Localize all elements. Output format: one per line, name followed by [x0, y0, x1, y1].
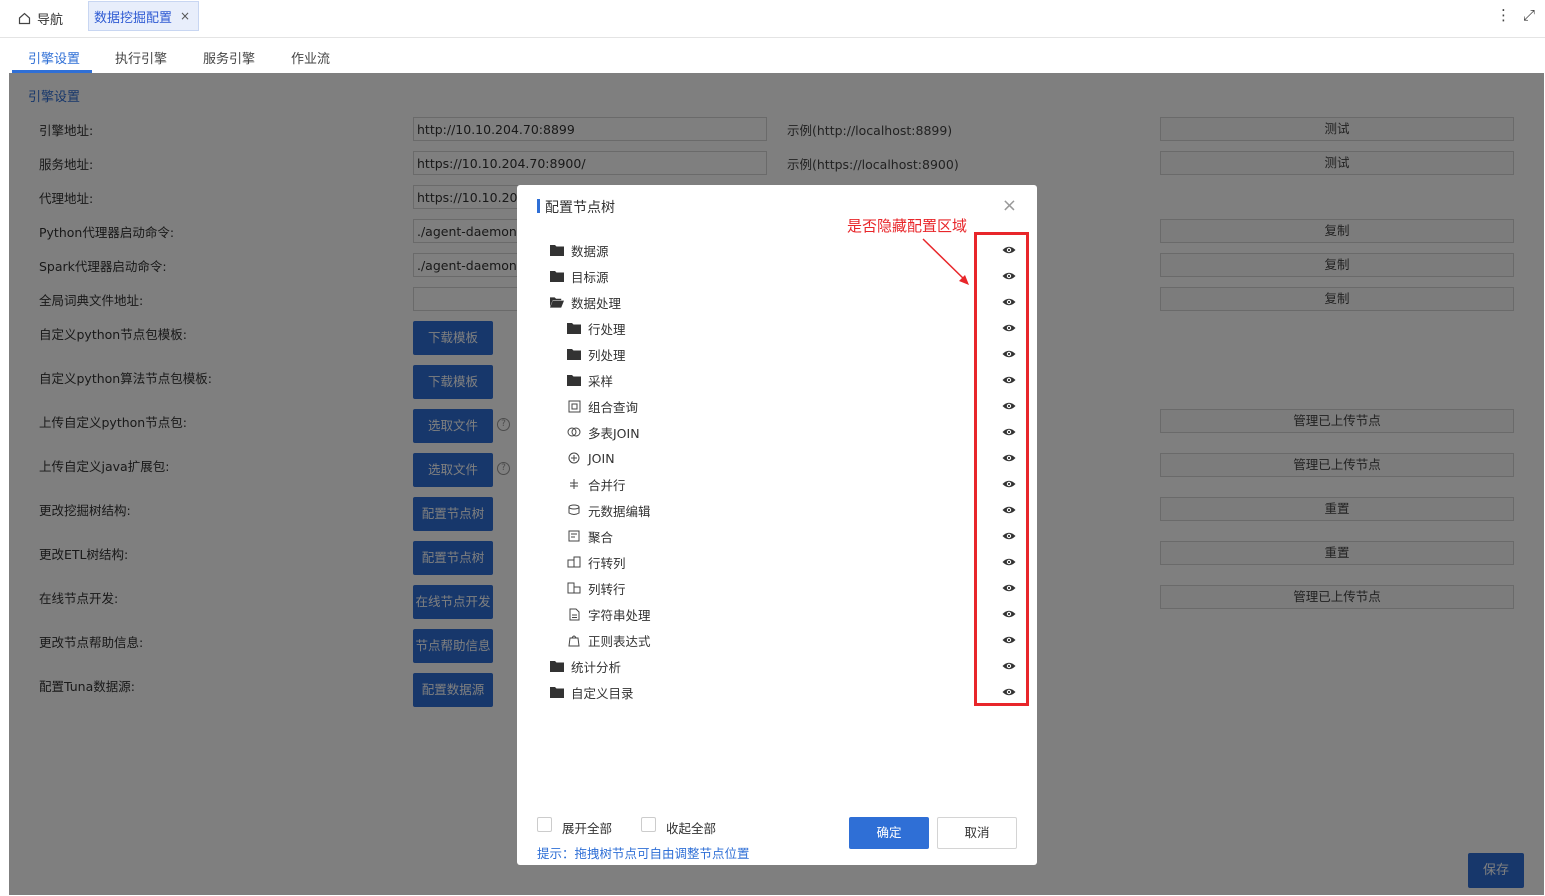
- aggregate-icon: [567, 529, 581, 543]
- tree-node-label: JOIN: [588, 450, 615, 466]
- top-tab-bar: 导航 数据挖掘配置 × ⋮ ⤢: [0, 0, 1545, 38]
- tree-node-label: 行转列: [588, 555, 626, 571]
- close-icon[interactable]: ×: [1002, 195, 1017, 216]
- config-node-tree-dialog: 配置节点树 × 数据源目标源数据处理行处理列处理采样组合查询多表JOIN JOIN…: [517, 185, 1037, 865]
- tab-service-engine[interactable]: 服务引擎: [203, 48, 255, 67]
- tree-node-label: 采样: [588, 373, 614, 389]
- folder-icon: [550, 269, 564, 283]
- folder-icon: [567, 321, 581, 335]
- tree-node[interactable]: JOIN: [567, 448, 615, 468]
- tree-node[interactable]: 字符串处理: [567, 604, 651, 624]
- tree-node-label: 目标源: [571, 269, 609, 285]
- tree-node-label: 统计分析: [571, 659, 622, 675]
- tree-node[interactable]: 列转行: [567, 578, 626, 598]
- tree-node-label: 列处理: [588, 347, 626, 363]
- collapse-all-label[interactable]: 收起全部: [666, 818, 716, 837]
- tree-node[interactable]: 正则表达式: [567, 630, 651, 650]
- tree-node[interactable]: 数据源: [550, 240, 609, 260]
- folder-icon: [550, 243, 564, 257]
- multi-join-icon: [567, 425, 581, 439]
- more-icon[interactable]: ⋮: [1496, 6, 1511, 24]
- join-icon: [567, 451, 581, 465]
- merge-rows-icon: [567, 477, 581, 491]
- cancel-button[interactable]: 取消: [937, 817, 1017, 849]
- folder-icon: [550, 685, 564, 699]
- tree-node[interactable]: 行处理: [567, 318, 626, 338]
- drag-tip: 提示：拖拽树节点可自由调整节点位置: [537, 846, 750, 861]
- tree-node[interactable]: 统计分析: [550, 656, 621, 676]
- folder-open-icon: [550, 295, 564, 309]
- folder-icon: [567, 347, 581, 361]
- tree-node-label: 字符串处理: [588, 607, 651, 623]
- tree-node[interactable]: 多表JOIN: [567, 422, 640, 442]
- column-to-row-icon: [567, 581, 581, 595]
- tree-node[interactable]: 列处理: [567, 344, 626, 364]
- row-to-column-icon: [567, 555, 581, 569]
- tree-node-label: 数据源: [571, 243, 609, 259]
- tab-close-icon[interactable]: ×: [180, 9, 190, 23]
- tree-node-label: 合并行: [588, 477, 626, 493]
- tree-node-label: 行处理: [588, 321, 626, 337]
- tree-node-label: 正则表达式: [588, 633, 651, 649]
- tree-node[interactable]: 数据处理: [550, 292, 621, 312]
- tab-data-mining-config-label: 数据挖掘配置: [94, 10, 173, 26]
- confirm-button[interactable]: 确定: [849, 817, 929, 849]
- tree-node[interactable]: 合并行: [567, 474, 626, 494]
- expand-all-checkbox[interactable]: [537, 817, 552, 832]
- expand-all-label[interactable]: 展开全部: [562, 818, 612, 837]
- dialog-title: 配置节点树: [545, 200, 615, 216]
- metadata-edit-icon: [567, 503, 581, 517]
- tab-engine-settings[interactable]: 引擎设置: [28, 48, 80, 67]
- collapse-all-checkbox[interactable]: [641, 817, 656, 832]
- tree-node-label: 多表JOIN: [588, 425, 640, 441]
- tree-node[interactable]: 目标源: [550, 266, 609, 286]
- folder-icon: [550, 659, 564, 673]
- tree-node-label: 列转行: [588, 581, 626, 597]
- tree-node[interactable]: 行转列: [567, 552, 626, 572]
- tree-node-label: 元数据编辑: [588, 503, 651, 519]
- annotation-arrow-icon: [922, 238, 969, 285]
- tab-execution-engine[interactable]: 执行引擎: [115, 48, 167, 67]
- fullscreen-icon[interactable]: ⤢: [1523, 6, 1535, 24]
- tab-navigation[interactable]: 导航: [18, 7, 63, 29]
- string-process-icon: [567, 607, 581, 621]
- tree-node-label: 自定义目录: [571, 685, 634, 701]
- annotation-highlight-box: [974, 232, 1029, 706]
- tree-node-label: 聚合: [588, 529, 614, 545]
- tree-node[interactable]: 自定义目录: [550, 682, 634, 702]
- regex-icon: [567, 633, 581, 647]
- tree-node[interactable]: 聚合: [567, 526, 613, 546]
- tree-node-label: 数据处理: [571, 295, 622, 311]
- tab-navigation-label: 导航: [37, 12, 64, 28]
- annotation-text: 是否隐藏配置区域: [847, 217, 968, 235]
- dialog-title-accent: [537, 199, 540, 213]
- tree-node[interactable]: 组合查询: [567, 396, 638, 416]
- tree-node[interactable]: 元数据编辑: [567, 500, 651, 520]
- combined-query-icon: [567, 399, 581, 413]
- tree-node[interactable]: 采样: [567, 370, 613, 390]
- folder-icon: [567, 373, 581, 387]
- tab-data-mining-config[interactable]: 数据挖掘配置 ×: [88, 1, 200, 31]
- engine-tabs: 引擎设置 执行引擎 服务引擎 作业流: [0, 38, 1545, 73]
- tree-node-label: 组合查询: [588, 399, 639, 415]
- tab-workflow[interactable]: 作业流: [291, 48, 330, 67]
- home-icon: [18, 12, 31, 24]
